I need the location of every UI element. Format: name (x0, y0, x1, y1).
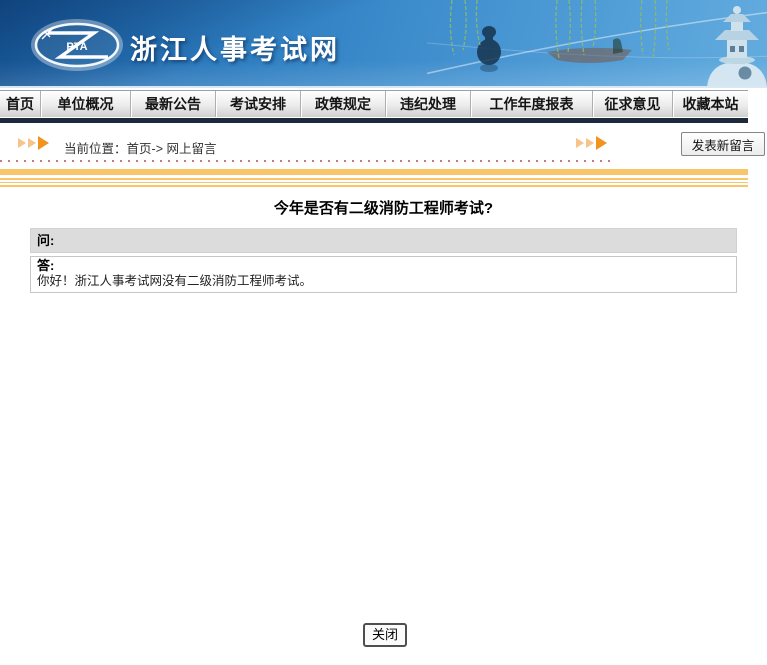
nav-item-org-overview[interactable]: 单位概况 (40, 91, 130, 117)
pot-silhouette (477, 26, 501, 72)
breadcrumb: 当前位置：首页-> 网上留言 (64, 138, 217, 157)
new-post-button[interactable]: 发表新留言 (681, 132, 765, 156)
breadcrumb-label: 当前位置： (64, 142, 127, 156)
main-nav: 首页 单位概况 最新公告 考试安排 政策规定 违纪处理 工作年度报表 征求意见 … (0, 90, 748, 117)
stone-pagoda (707, 6, 767, 88)
nav-underline (0, 118, 748, 123)
breadcrumb-home-link[interactable]: 首页 (127, 142, 152, 156)
question-bar: 问: (30, 228, 737, 253)
nav-item-latest-announcements[interactable]: 最新公告 (130, 91, 215, 117)
answer-label: 答: (37, 258, 54, 273)
nav-item-exam-schedule[interactable]: 考试安排 (215, 91, 300, 117)
nav-item-bookmark-site[interactable]: 收藏本站 (672, 91, 748, 117)
orange-stripe-thin (0, 185, 748, 187)
message-title: 今年是否有二级消防工程师考试? (0, 197, 767, 218)
dotted-divider (0, 160, 614, 162)
nav-item-violation-handling[interactable]: 违纪处理 (385, 91, 470, 117)
orange-stripe-thick (0, 169, 748, 175)
site-title: 浙江人事考试网 (130, 28, 340, 67)
nav-item-feedback[interactable]: 征求意见 (592, 91, 672, 117)
close-button[interactable]: 关闭 (363, 623, 407, 647)
breadcrumb-arrows-right-icon (576, 136, 607, 150)
zpta-logo-icon[interactable]: PTA (30, 19, 124, 71)
header-scene-illustration (427, 0, 767, 88)
page: PTA 浙江人事考试网 (0, 0, 767, 665)
answer-box: 答: 你好！浙江人事考试网没有二级消防工程师考试。 (30, 256, 737, 293)
nav-item-annual-report[interactable]: 工作年度报表 (470, 91, 592, 117)
nav-item-home[interactable]: 首页 (0, 91, 40, 117)
logo-letters: PTA (66, 41, 87, 53)
answer-text: 你好！浙江人事考试网没有二级消防工程师考试。 (37, 274, 730, 289)
breadcrumb-current-link[interactable]: 网上留言 (166, 142, 216, 156)
orange-stripe-thin (0, 182, 748, 183)
breadcrumb-arrows-left-icon (18, 136, 49, 150)
orange-stripe-thin (0, 178, 748, 180)
nav-item-policies[interactable]: 政策规定 (300, 91, 385, 117)
breadcrumb-separator: -> (152, 142, 163, 156)
question-label: 问: (37, 233, 54, 248)
site-header: PTA 浙江人事考试网 (0, 0, 767, 88)
